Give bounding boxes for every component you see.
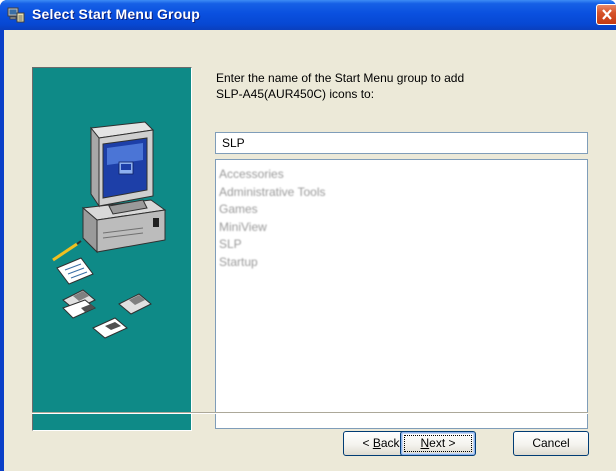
document-pencil-icon <box>52 240 94 285</box>
list-item[interactable]: MiniView <box>219 219 587 237</box>
start-menu-group-input[interactable]: SLP <box>215 132 588 154</box>
next-button[interactable]: Next > <box>400 431 476 456</box>
back-button-prefix: < <box>362 436 373 450</box>
instruction-text: Enter the name of the Start Menu group t… <box>216 70 586 102</box>
window-title: Select Start Menu Group <box>32 6 200 22</box>
installer-window: Select Start Menu Group Enter the name o… <box>0 0 616 471</box>
start-menu-group-list[interactable]: Accessories Administrative Tools Games M… <box>215 159 588 429</box>
back-mnemonic: B <box>372 436 381 450</box>
installer-icon <box>7 7 25 23</box>
close-button[interactable] <box>596 4 616 25</box>
list-item[interactable]: SLP <box>219 236 587 254</box>
computer-icon <box>81 121 167 254</box>
setup-illustration <box>32 67 192 431</box>
instruction-line-1: Enter the name of the Start Menu group t… <box>216 71 465 85</box>
list-item[interactable]: Accessories <box>219 166 587 184</box>
list-item[interactable]: Administrative Tools <box>219 184 587 202</box>
focus-ring <box>404 435 472 452</box>
divider <box>32 412 588 414</box>
cancel-button[interactable]: Cancel <box>513 431 589 456</box>
floppy-disk-icon <box>62 289 152 339</box>
title-bar[interactable]: Select Start Menu Group <box>0 0 616 30</box>
dialog-body: Enter the name of the Start Menu group t… <box>4 30 616 471</box>
list-item[interactable]: Games <box>219 201 587 219</box>
instruction-line-2: SLP-A45(AUR450C) icons to: <box>216 87 375 101</box>
list-item[interactable]: Startup <box>219 254 587 272</box>
back-button-rest: ack <box>380 436 400 450</box>
